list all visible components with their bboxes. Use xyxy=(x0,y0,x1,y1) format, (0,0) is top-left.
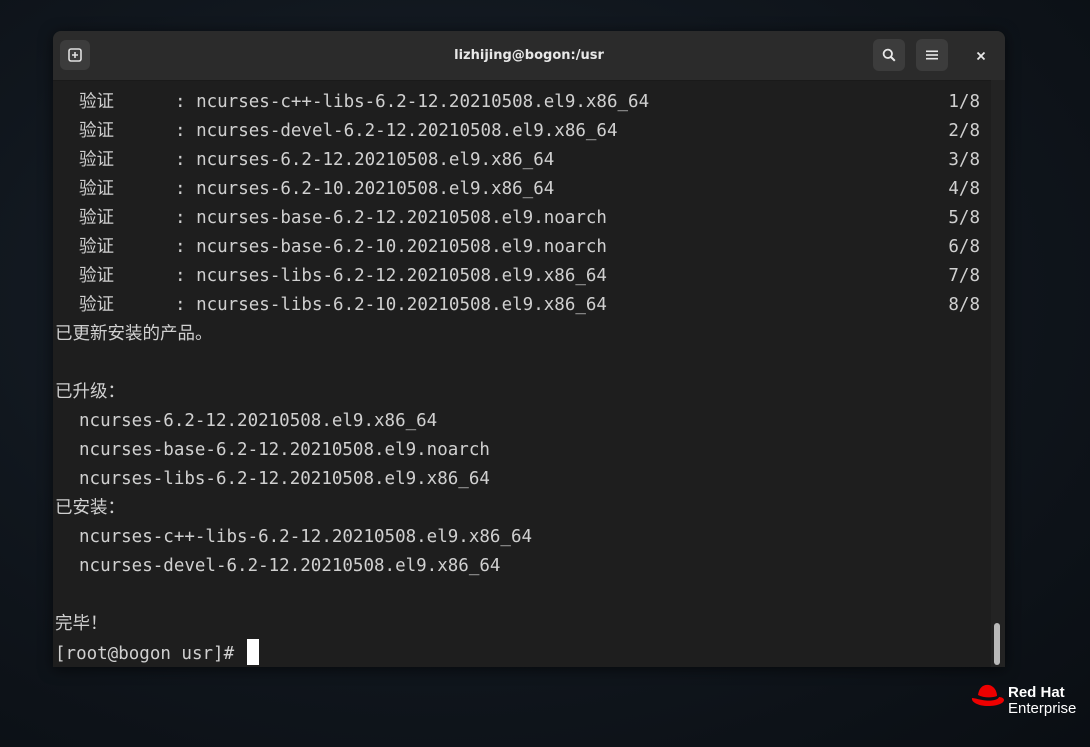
installed-package: ncurses-devel-6.2-12.20210508.el9.x86_64 xyxy=(79,556,501,576)
done-message: 完毕！ xyxy=(55,614,108,634)
installed-message: 已更新安装的产品。 xyxy=(55,324,213,344)
desktop-background: lizhijing@bogon:/usr 验证: ncurses-c++-li… xyxy=(0,0,1090,747)
vertical-scrollbar[interactable] xyxy=(991,80,1005,667)
verify-count: 3/8 xyxy=(948,150,980,170)
verify-package: : ncurses-c++-libs-6.2-12.20210508.el9.x… xyxy=(175,92,650,112)
upgraded-header: 已升级： xyxy=(55,382,125,402)
verify-package: : ncurses-devel-6.2-12.20210508.el9.x86_… xyxy=(175,121,618,141)
output-line: 已升级： xyxy=(53,378,988,407)
verify-count: 8/8 xyxy=(948,295,980,315)
package-line: ncurses-6.2-12.20210508.el9.x86_64 xyxy=(53,407,988,436)
verify-line: 验证 : ncurses-base-6.2-10.20210508.el9.no… xyxy=(53,233,988,262)
verify-line: 验证 : ncurses-libs-6.2-10.20210508.el9.x8… xyxy=(53,291,988,320)
menu-button[interactable] xyxy=(916,39,948,71)
verify-line: 验证 : ncurses-base-6.2-12.20210508.el9.no… xyxy=(53,204,988,233)
verify-label: 验证 xyxy=(79,121,114,141)
output-line: 已安装： xyxy=(53,494,988,523)
scrollbar-thumb[interactable] xyxy=(994,623,1000,665)
redhat-wordmark: Red Hat Enterprise xyxy=(1008,685,1076,717)
verify-count: 5/8 xyxy=(948,208,980,228)
upgraded-package: ncurses-base-6.2-12.20210508.el9.noarch xyxy=(79,440,490,460)
verify-label: 验证 xyxy=(79,295,114,315)
verify-label: 验证 xyxy=(79,150,114,170)
shell-prompt-line[interactable]: [root@bogon usr]# xyxy=(55,639,259,667)
package-line: ncurses-base-6.2-12.20210508.el9.noarch xyxy=(53,436,988,465)
verify-package: : ncurses-6.2-10.20210508.el9.x86_64 xyxy=(175,179,555,199)
output-line: 完毕！ xyxy=(53,610,988,639)
verify-count: 1/8 xyxy=(948,92,980,112)
search-icon xyxy=(882,48,896,62)
shell-prompt: [root@bogon usr]# xyxy=(55,644,245,664)
verify-package: : ncurses-libs-6.2-10.20210508.el9.x86_6… xyxy=(175,295,607,315)
redhat-logo: Red Hat Enterprise xyxy=(970,683,1090,723)
verify-count: 6/8 xyxy=(948,237,980,257)
close-icon xyxy=(976,51,986,61)
upgraded-package: ncurses-libs-6.2-12.20210508.el9.x86_64 xyxy=(79,469,490,489)
title-bar[interactable]: lizhijing@bogon:/usr xyxy=(53,31,1005,81)
terminal-output[interactable]: 验证 : ncurses-c++-libs-6.2-12.20210508.el… xyxy=(53,88,988,667)
window-title: lizhijing@bogon:/usr xyxy=(454,48,604,63)
verify-line: 验证 : ncurses-6.2-12.20210508.el9.x86_64 … xyxy=(53,146,988,175)
package-line: ncurses-libs-6.2-12.20210508.el9.x86_64 xyxy=(53,465,988,494)
verify-line: 验证 : ncurses-libs-6.2-12.20210508.el9.x8… xyxy=(53,262,988,291)
text-cursor xyxy=(246,639,259,665)
installed-package: ncurses-c++-libs-6.2-12.20210508.el9.x86… xyxy=(79,527,533,547)
verify-line: 验证 : ncurses-devel-6.2-12.20210508.el9.x… xyxy=(53,117,988,146)
verify-package: : ncurses-libs-6.2-12.20210508.el9.x86_6… xyxy=(175,266,607,286)
close-button[interactable] xyxy=(970,45,992,67)
package-line: ncurses-devel-6.2-12.20210508.el9.x86_64 xyxy=(53,552,988,581)
verify-count: 7/8 xyxy=(948,266,980,286)
verify-count: 4/8 xyxy=(948,179,980,199)
hamburger-menu-icon xyxy=(926,50,938,60)
output-line: 已更新安装的产品。 xyxy=(53,320,988,349)
installed-header: 已安装： xyxy=(55,498,125,518)
verify-count: 2/8 xyxy=(948,121,980,141)
verify-label: 验证 xyxy=(79,179,114,199)
verify-label: 验证 xyxy=(79,92,114,112)
verify-label: 验证 xyxy=(79,208,114,228)
verify-package: : ncurses-base-6.2-10.20210508.el9.noarc… xyxy=(175,237,607,257)
upgraded-package: ncurses-6.2-12.20210508.el9.x86_64 xyxy=(79,411,438,431)
verify-line: 验证 : ncurses-6.2-10.20210508.el9.x86_64 … xyxy=(53,175,988,204)
redhat-line1: Red Hat xyxy=(1008,684,1065,701)
package-line: ncurses-c++-libs-6.2-12.20210508.el9.x86… xyxy=(53,523,988,552)
verify-package: : ncurses-base-6.2-12.20210508.el9.noarc… xyxy=(175,208,607,228)
verify-label: 验证 xyxy=(79,266,114,286)
verify-package: : ncurses-6.2-12.20210508.el9.x86_64 xyxy=(175,150,555,170)
redhat-hat-icon xyxy=(971,684,1004,706)
prompt-line[interactable]: [root@bogon usr]# xyxy=(53,639,988,667)
verify-line: 验证 : ncurses-c++-libs-6.2-12.20210508.el… xyxy=(53,88,988,117)
search-button[interactable] xyxy=(873,39,905,71)
verify-label: 验证 xyxy=(79,237,114,257)
terminal-window[interactable]: lizhijing@bogon:/usr 验证: ncurses-c++-li… xyxy=(53,31,1005,667)
redhat-line2: Enterprise xyxy=(1008,700,1077,717)
